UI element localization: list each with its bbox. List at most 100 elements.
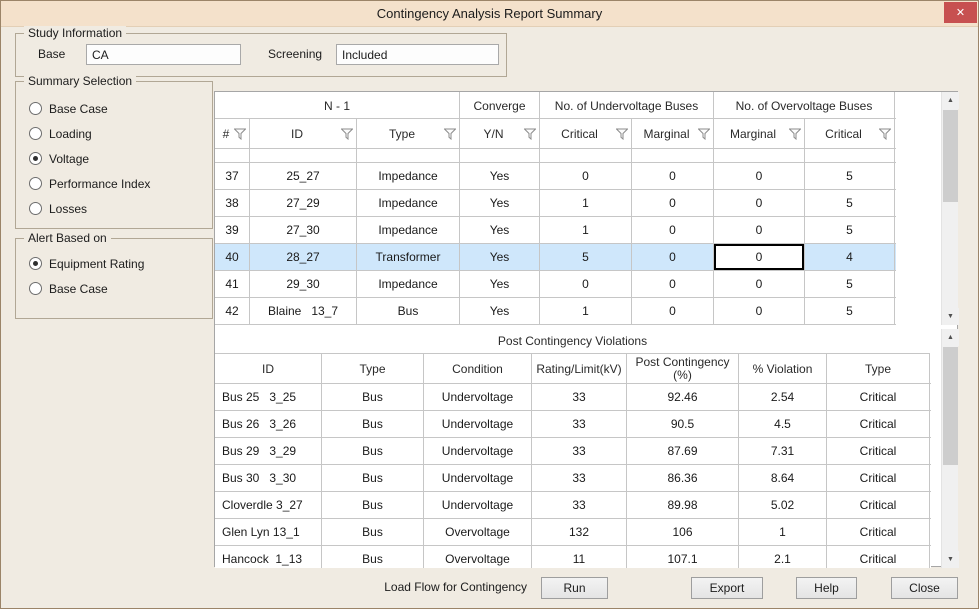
- cell[interactable]: Critical: [827, 465, 930, 491]
- violation-row[interactable]: Bus 26 3_26BusUndervoltage3390.54.5Criti…: [215, 411, 931, 438]
- cell[interactable]: 5.02: [739, 492, 827, 518]
- cell[interactable]: 0: [714, 163, 805, 189]
- filter-icon[interactable]: [234, 128, 246, 140]
- cell[interactable]: 0: [714, 298, 805, 324]
- cell[interactable]: 1: [540, 298, 632, 324]
- column-header-critical[interactable]: Critical: [805, 119, 895, 149]
- cell[interactable]: Cloverdle 3_27: [215, 492, 322, 518]
- cell[interactable]: Critical: [827, 492, 930, 518]
- column-header-condition[interactable]: Condition: [424, 354, 532, 384]
- cell[interactable]: 106: [627, 519, 739, 545]
- cell[interactable]: Glen Lyn 13_1: [215, 519, 322, 545]
- summary-option-loading[interactable]: Loading: [29, 121, 206, 146]
- cell[interactable]: 132: [532, 519, 627, 545]
- cell[interactable]: 1: [540, 190, 632, 216]
- cell[interactable]: 33: [532, 438, 627, 464]
- base-input[interactable]: [86, 44, 241, 65]
- cell[interactable]: 0: [540, 163, 632, 189]
- cell[interactable]: 0: [632, 298, 714, 324]
- cell[interactable]: Bus 30 3_30: [215, 465, 322, 491]
- cell[interactable]: 28_27: [250, 244, 357, 270]
- scroll-up-button[interactable]: ▲: [942, 329, 959, 346]
- cell[interactable]: Critical: [827, 546, 930, 568]
- cell[interactable]: 0: [540, 271, 632, 297]
- cell[interactable]: Undervoltage: [424, 492, 532, 518]
- cell[interactable]: Yes: [460, 271, 540, 297]
- cell[interactable]: 0: [714, 217, 805, 243]
- cell[interactable]: Bus: [322, 465, 424, 491]
- cell[interactable]: 0: [632, 244, 714, 270]
- alert-option-base-case[interactable]: Base Case: [29, 276, 206, 301]
- cell[interactable]: 37: [215, 163, 250, 189]
- cell[interactable]: 33: [532, 465, 627, 491]
- cell[interactable]: Undervoltage: [424, 438, 532, 464]
- cell[interactable]: Yes: [460, 190, 540, 216]
- column-header-violation[interactable]: % Violation: [739, 354, 827, 384]
- filter-icon[interactable]: [698, 128, 710, 140]
- cell[interactable]: 86.36: [627, 465, 739, 491]
- column-header-type[interactable]: Type: [827, 354, 930, 384]
- violation-row[interactable]: Glen Lyn 13_1BusOvervoltage1321061Critic…: [215, 519, 931, 546]
- vertical-scrollbar-top[interactable]: ▲ ▼: [941, 92, 958, 325]
- cell[interactable]: 5: [540, 244, 632, 270]
- violation-row[interactable]: Hancock 1_13BusOvervoltage11107.12.1Crit…: [215, 546, 931, 568]
- scrollbar-thumb[interactable]: [943, 347, 958, 465]
- column-header-y-n[interactable]: Y/N: [460, 119, 540, 149]
- cell[interactable]: 2.54: [739, 384, 827, 410]
- cell[interactable]: Overvoltage: [424, 519, 532, 545]
- cell[interactable]: 1: [739, 519, 827, 545]
- contingency-row[interactable]: 3827_29ImpedanceYes1005: [215, 190, 896, 217]
- cell[interactable]: 0: [714, 271, 805, 297]
- summary-option-base-case[interactable]: Base Case: [29, 96, 206, 121]
- contingency-row[interactable]: 3725_27ImpedanceYes0005: [215, 163, 896, 190]
- cell[interactable]: 5: [805, 163, 895, 189]
- cell[interactable]: Bus 26 3_26: [215, 411, 322, 437]
- cell[interactable]: 8.64: [739, 465, 827, 491]
- cell[interactable]: 0: [632, 190, 714, 216]
- cell[interactable]: Bus: [322, 546, 424, 568]
- cell[interactable]: 33: [532, 492, 627, 518]
- cell[interactable]: Bus: [322, 492, 424, 518]
- cell[interactable]: 38: [215, 190, 250, 216]
- cell[interactable]: 42: [215, 298, 250, 324]
- violation-row[interactable]: Bus 30 3_30BusUndervoltage3386.368.64Cri…: [215, 465, 931, 492]
- run-button[interactable]: Run: [541, 577, 608, 599]
- column-header-marginal[interactable]: Marginal: [714, 119, 805, 149]
- violation-row[interactable]: Cloverdle 3_27BusUndervoltage3389.985.02…: [215, 492, 931, 519]
- column-header-post-contingency[interactable]: Post Contingency (%): [627, 354, 739, 384]
- column-header-[interactable]: #: [215, 119, 250, 149]
- cell[interactable]: 90.5: [627, 411, 739, 437]
- cell[interactable]: Bus 25 3_25: [215, 384, 322, 410]
- column-header-id[interactable]: ID: [250, 119, 357, 149]
- cell[interactable]: 29_30: [250, 271, 357, 297]
- cell[interactable]: 40: [215, 244, 250, 270]
- cell[interactable]: 5: [805, 271, 895, 297]
- cell[interactable]: Impedance: [357, 217, 460, 243]
- cell[interactable]: Bus: [322, 384, 424, 410]
- cell[interactable]: 87.69: [627, 438, 739, 464]
- cell[interactable]: Bus 29 3_29: [215, 438, 322, 464]
- cell[interactable]: 27_30: [250, 217, 357, 243]
- help-button[interactable]: Help: [796, 577, 857, 599]
- scroll-up-button[interactable]: ▲: [942, 92, 959, 109]
- cell[interactable]: 39: [215, 217, 250, 243]
- filter-icon[interactable]: [789, 128, 801, 140]
- cell[interactable]: 0: [632, 217, 714, 243]
- violation-row[interactable]: Bus 29 3_29BusUndervoltage3387.697.31Cri…: [215, 438, 931, 465]
- column-header-rating-limit-kv[interactable]: Rating/Limit(kV): [532, 354, 627, 384]
- contingency-row[interactable]: 4028_27TransformerYes5004: [215, 244, 896, 271]
- cell[interactable]: 7.31: [739, 438, 827, 464]
- cell[interactable]: Undervoltage: [424, 465, 532, 491]
- cell[interactable]: 0: [714, 190, 805, 216]
- cell[interactable]: 4: [805, 244, 895, 270]
- scroll-down-button[interactable]: ▼: [942, 308, 959, 325]
- cell[interactable]: Transformer: [357, 244, 460, 270]
- cell[interactable]: Undervoltage: [424, 384, 532, 410]
- cell[interactable]: Impedance: [357, 163, 460, 189]
- cell[interactable]: 5: [805, 217, 895, 243]
- cell[interactable]: Bus: [322, 411, 424, 437]
- cell[interactable]: 0: [714, 244, 805, 270]
- cell[interactable]: 25_27: [250, 163, 357, 189]
- screening-input[interactable]: [336, 44, 499, 65]
- summary-option-performance-index[interactable]: Performance Index: [29, 171, 206, 196]
